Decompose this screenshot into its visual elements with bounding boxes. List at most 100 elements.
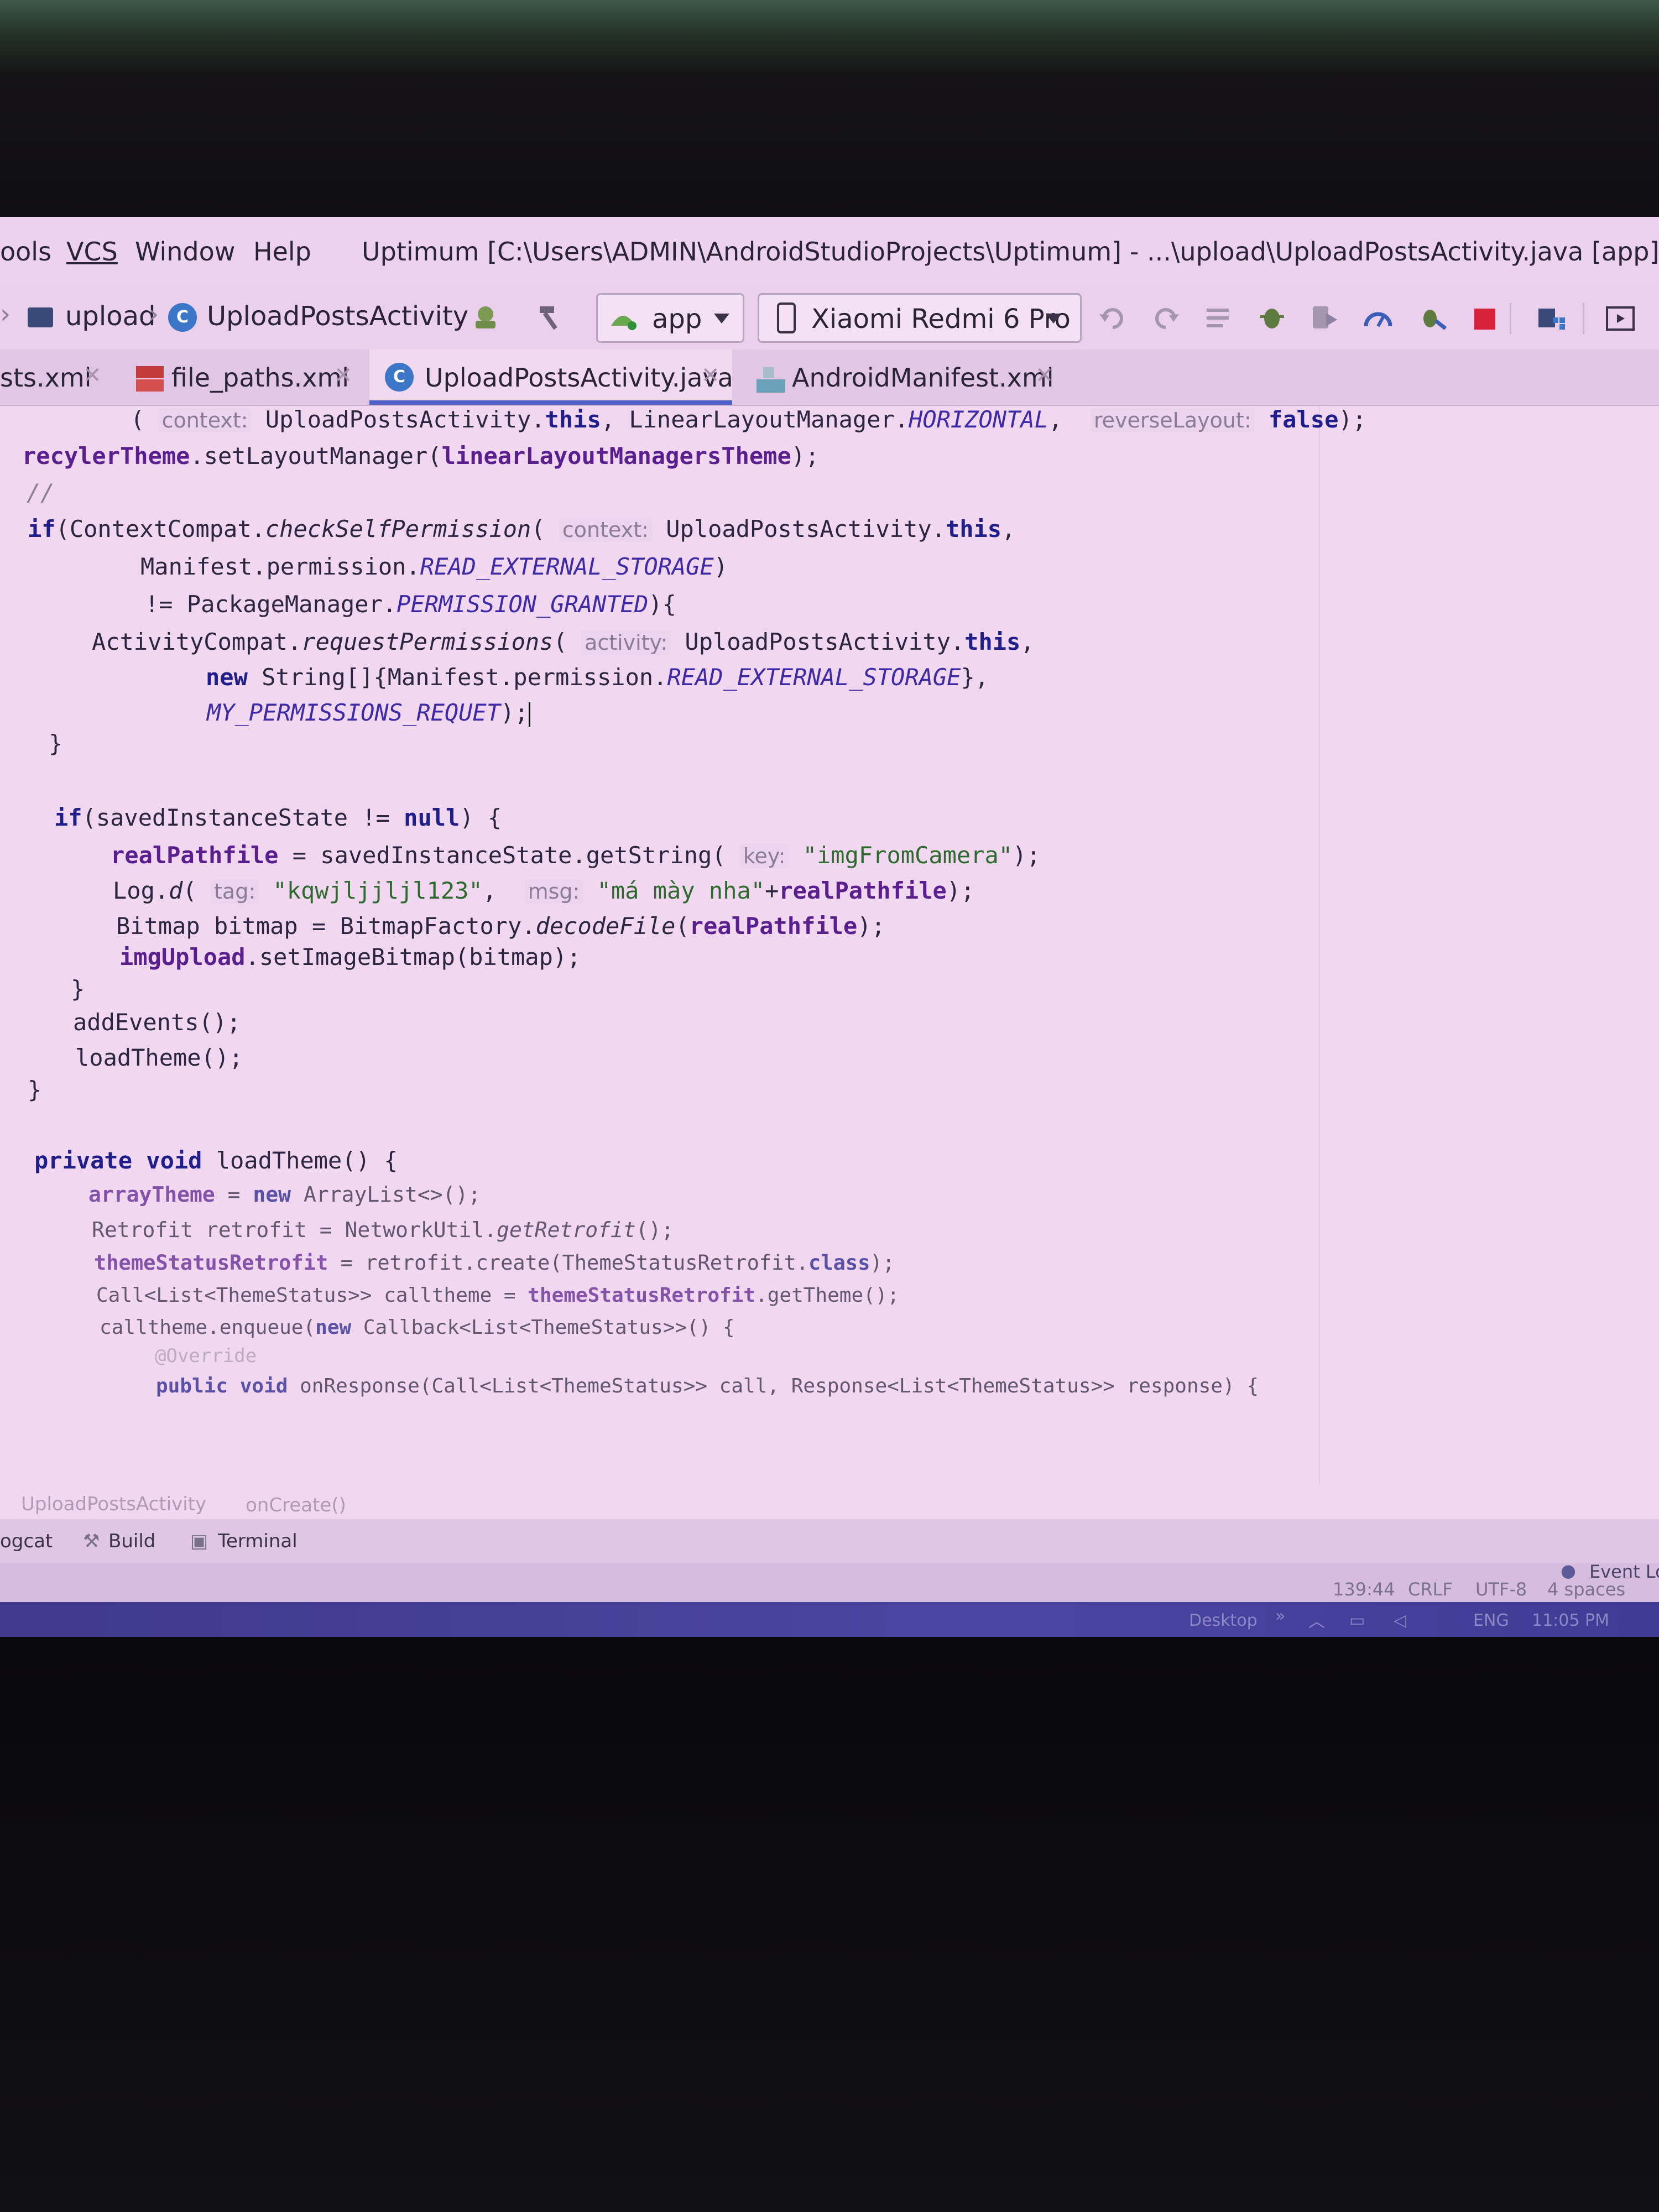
- menu-bar: ools VCS Window Help Uptimum [C:\Users\A…: [0, 217, 1659, 283]
- terminal-icon: ▣: [190, 1530, 208, 1552]
- apply-changes-icon[interactable]: [1150, 302, 1181, 333]
- param-hint: context:: [559, 518, 652, 542]
- code-line: Call<List<ThemeStatus>> calltheme = them…: [96, 1284, 900, 1307]
- code-line: MY_PERMISSIONS_REQUET);: [207, 699, 530, 727]
- tab-label: UploadPostsActivity.java: [425, 363, 733, 393]
- device-icon: [777, 302, 796, 333]
- language-indicator[interactable]: ENG: [1473, 1611, 1509, 1630]
- code-line: realPathfile = savedInstanceState.getStr…: [111, 842, 1041, 869]
- attach-debugger-icon[interactable]: [470, 302, 501, 333]
- class-icon: C: [168, 303, 197, 332]
- code-line: }: [49, 730, 63, 757]
- windows-taskbar: Desktop » ︿ ▭ ◁ ENG 11:05 PM: [0, 1602, 1659, 1637]
- debug-icon[interactable]: [1256, 302, 1287, 333]
- code-editor[interactable]: ( context: UploadPostsActivity.this, Lin…: [0, 406, 1659, 1484]
- editor-tabs: sts.xml ✕ file_paths.xml ✕ C UploadPosts…: [0, 349, 1659, 406]
- desktop-toolbar[interactable]: Desktop: [1189, 1611, 1258, 1630]
- code-line: //: [27, 479, 55, 506]
- code-line: }: [28, 1076, 42, 1103]
- menu-help[interactable]: Help: [253, 237, 311, 267]
- manifest-file-icon: [757, 367, 785, 393]
- code-line: Retrofit retrofit = NetworkUtil.getRetro…: [92, 1218, 674, 1242]
- code-line: ( context: UploadPostsActivity.this, Lin…: [131, 406, 1366, 433]
- caret-position[interactable]: 139:44: [1333, 1579, 1395, 1600]
- code-line: @Override: [155, 1345, 257, 1367]
- code-line: arrayTheme = new ArrayList<>();: [88, 1182, 481, 1207]
- rerun-icon[interactable]: [1097, 302, 1128, 333]
- stop-icon[interactable]: [1474, 309, 1495, 330]
- code-line: != PackageManager.PERMISSION_GRANTED){: [145, 591, 676, 618]
- code-line: imgUpload.setImageBitmap(bitmap);: [119, 943, 581, 971]
- close-icon[interactable]: ✕: [1035, 363, 1054, 388]
- line-separator[interactable]: CRLF: [1408, 1579, 1453, 1600]
- menu-vcs[interactable]: VCS: [66, 237, 118, 267]
- volume-icon[interactable]: ◁: [1394, 1611, 1406, 1630]
- tab-android-manifest[interactable]: AndroidManifest.xml ✕: [748, 349, 1068, 405]
- tool-window-bar: ogcat ⚒ Build ▣ Terminal: [0, 1519, 1659, 1563]
- folder-icon: [28, 307, 53, 327]
- android-icon: [611, 316, 637, 330]
- code-line: if(savedInstanceState != null) {: [54, 804, 502, 831]
- hammer-icon: ⚒: [83, 1530, 100, 1552]
- code-line: loadTheme();: [75, 1044, 243, 1071]
- breadcrumb-class[interactable]: UploadPostsActivity: [21, 1493, 206, 1515]
- breadcrumb-method[interactable]: onCreate(): [246, 1494, 346, 1516]
- param-hint: activity:: [581, 630, 671, 655]
- terminal-button[interactable]: Terminal: [218, 1530, 298, 1552]
- param-hint: msg:: [524, 879, 583, 904]
- clock[interactable]: 11:05 PM: [1532, 1611, 1609, 1630]
- menu-window[interactable]: Window: [135, 237, 235, 267]
- code-line: private void loadTheme() {: [34, 1147, 398, 1174]
- toolbar-divider: [1510, 303, 1511, 334]
- editor-breadcrumb: UploadPostsActivity onCreate(): [0, 1489, 1659, 1516]
- close-icon[interactable]: ✕: [701, 363, 720, 388]
- active-tab-indicator: [369, 400, 732, 405]
- tray-up-arrow-icon[interactable]: ︿: [1308, 1608, 1325, 1632]
- breadcrumb-separator-icon: ›: [148, 299, 159, 330]
- taskbar-chevron[interactable]: »: [1275, 1606, 1285, 1626]
- param-hint: tag:: [211, 879, 259, 904]
- close-icon[interactable]: ✕: [334, 363, 353, 388]
- tab-label: sts.xml: [0, 363, 92, 393]
- code-line: ActivityCompat.requestPermissions( activ…: [92, 628, 1035, 655]
- tab-label: file_paths.xml: [171, 363, 349, 393]
- window-title: Uptimum [C:\Users\ADMIN\AndroidStudioPro…: [362, 237, 1659, 267]
- build-button[interactable]: Build: [108, 1530, 155, 1552]
- indent-setting[interactable]: 4 spaces: [1547, 1579, 1625, 1600]
- code-line: addEvents();: [73, 1009, 241, 1036]
- status-bar: ● Event Lo 139:44 CRLF UTF-8 4 spaces: [0, 1560, 1659, 1602]
- tab-upload-posts-activity[interactable]: C UploadPostsActivity.java ✕: [369, 349, 733, 405]
- param-hint: context:: [158, 408, 252, 432]
- toolbar-divider: [1583, 303, 1584, 334]
- tab-sts-xml[interactable]: sts.xml ✕: [0, 349, 116, 405]
- device-label: Xiaomi Redmi 6 Pro: [811, 304, 1071, 335]
- coverage-icon[interactable]: [1203, 302, 1234, 333]
- profile-icon[interactable]: [1310, 302, 1340, 333]
- param-hint: reverseLayout:: [1090, 408, 1255, 432]
- code-line: Bitmap bitmap = BitmapFactory.decodeFile…: [116, 912, 885, 940]
- code-line: new String[]{Manifest.permission.READ_EX…: [206, 664, 989, 691]
- logcat-button[interactable]: ogcat: [0, 1530, 53, 1552]
- breadcrumb-folder[interactable]: upload: [65, 301, 155, 332]
- profiler-gauge-icon[interactable]: [1363, 302, 1394, 333]
- avd-manager-icon[interactable]: [1605, 303, 1636, 334]
- code-line: Log.d( tag: "kqwjljjljl123", msg: "má mà…: [113, 877, 975, 904]
- breadcrumb-class[interactable]: UploadPostsActivity: [207, 301, 468, 332]
- xml-file-icon: [136, 366, 164, 392]
- laptop-bezel-bottom: [0, 1637, 1659, 2212]
- tab-file-paths-xml[interactable]: file_paths.xml ✕: [127, 349, 359, 405]
- code-line: Manifest.permission.READ_EXTERNAL_STORAG…: [140, 553, 728, 580]
- menu-tools[interactable]: ools: [0, 237, 51, 267]
- network-icon[interactable]: ▭: [1349, 1611, 1365, 1630]
- attach-icon[interactable]: [1417, 302, 1448, 333]
- run-config-label: app: [652, 304, 702, 335]
- close-icon[interactable]: ✕: [83, 363, 102, 388]
- screen: ools VCS Window Help Uptimum [C:\Users\A…: [0, 217, 1659, 1637]
- device-select[interactable]: Xiaomi Redmi 6 Pro: [758, 293, 1082, 343]
- code-line: public void onResponse(Call<List<ThemeSt…: [156, 1375, 1259, 1397]
- build-hammer-icon[interactable]: [534, 302, 565, 333]
- file-encoding[interactable]: UTF-8: [1475, 1579, 1527, 1600]
- param-hint: key:: [739, 844, 789, 868]
- project-structure-icon[interactable]: [1536, 303, 1567, 334]
- run-config-select[interactable]: app: [596, 293, 744, 343]
